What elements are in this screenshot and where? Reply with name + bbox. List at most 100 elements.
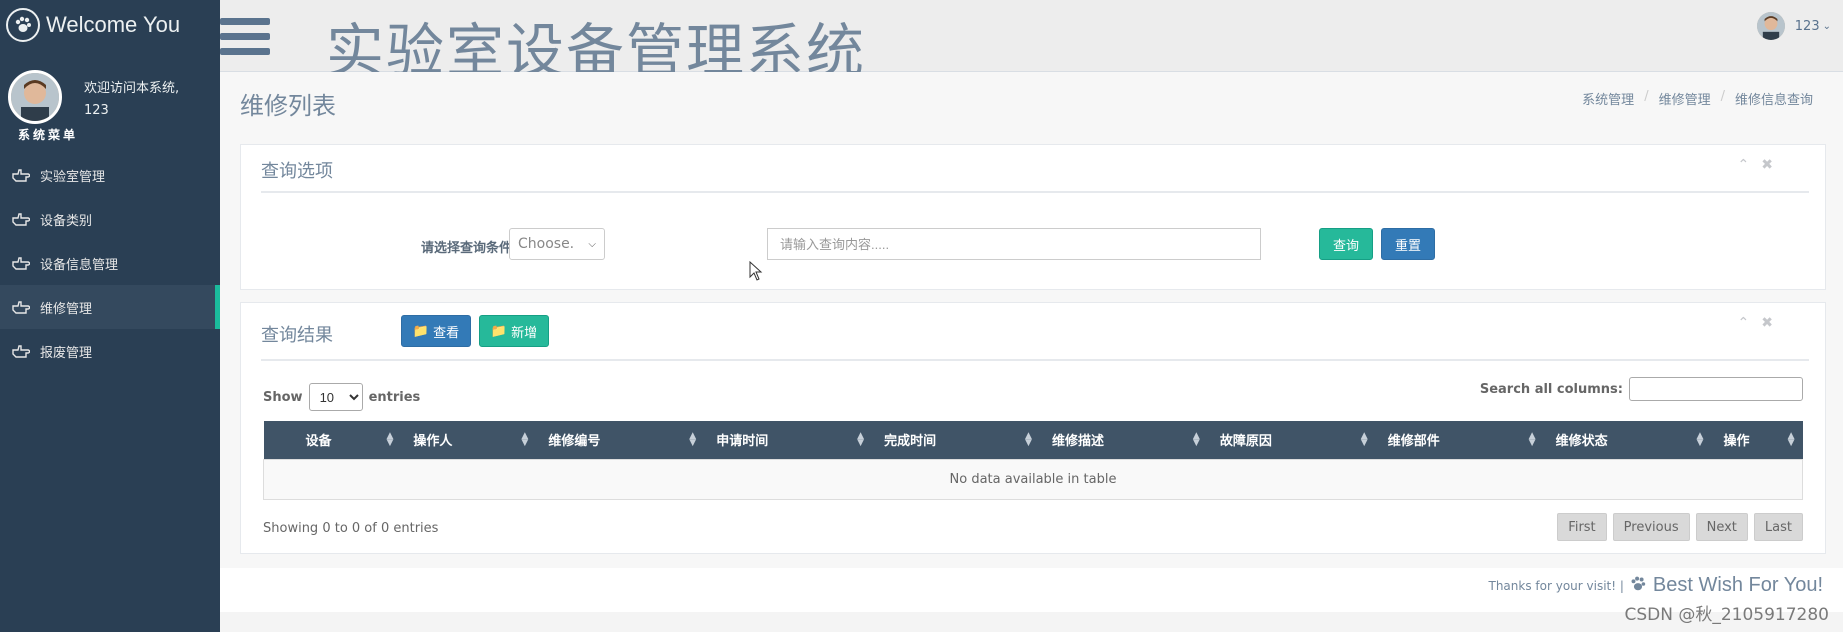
next-page-button[interactable]: Next — [1695, 513, 1748, 541]
collapse-icon[interactable]: ⌃ — [1738, 157, 1750, 173]
hand-point-icon — [12, 167, 32, 183]
entries-label: entries — [368, 389, 421, 405]
user-avatar — [1756, 12, 1785, 40]
collapse-icon[interactable]: ⌃ — [1738, 315, 1750, 331]
hand-point-icon — [12, 255, 32, 271]
sort-icon: ▲ ▼ — [386, 431, 394, 448]
folder-icon: 📁 — [412, 323, 430, 338]
user-name: 123 — [1794, 18, 1820, 34]
table-header-row: 设备 ▲ ▼ 操作人 ▲ ▼ 维修编号 ▲ ▼ 申请时间 ▲ ▼ 完成时间 ▲ ▼ 维修描述 ▲ ▼ 故… — [263, 421, 1803, 459]
sidebar-item-label: 设备信息管理 — [40, 257, 119, 273]
sort-icon: ▲ ▼ — [857, 431, 865, 448]
view-button[interactable]: 📁 查看 — [401, 315, 471, 347]
column-header[interactable]: 故障原因 ▲ ▼ — [1207, 421, 1376, 459]
previous-page-button[interactable]: Previous — [1612, 513, 1690, 541]
sidebar-item-label: 维修管理 — [40, 301, 93, 317]
menu-toggle-icon[interactable] — [220, 18, 270, 63]
column-header[interactable]: 设备 ▲ ▼ — [263, 421, 402, 459]
column-header[interactable]: 维修描述 ▲ ▼ — [1039, 421, 1208, 459]
sort-icon: ▲ ▼ — [1787, 431, 1795, 448]
breadcrumb-item: 维修信息查询 — [1734, 93, 1813, 108]
breadcrumb-separator: / — [1644, 89, 1649, 104]
first-page-button[interactable]: First — [1557, 513, 1607, 541]
column-header[interactable]: 完成时间 ▲ ▼ — [872, 421, 1040, 459]
search-button[interactable]: 查询 — [1319, 228, 1373, 260]
sidebar-item-scrap[interactable]: 报废管理 — [0, 329, 220, 373]
paw-icon — [6, 8, 40, 42]
panel-divider — [261, 359, 1809, 361]
folder-icon: 📁 — [490, 323, 508, 338]
paw-icon — [1629, 575, 1647, 596]
top-navbar: 实验室设备管理系统 123 ⌄ — [220, 0, 1843, 85]
sidebar-item-lab[interactable]: 实验室管理 — [0, 153, 220, 197]
close-icon[interactable]: ✖ — [1761, 157, 1773, 173]
table-search-input[interactable] — [1629, 377, 1803, 401]
column-header[interactable]: 维修部件 ▲ ▼ — [1375, 421, 1544, 459]
column-header[interactable]: 维修状态 ▲ ▼ — [1543, 421, 1712, 459]
search-label: Search all columns: — [1479, 381, 1623, 397]
sidebar-item-category[interactable]: 设备类别 — [0, 197, 220, 241]
breadcrumb-item[interactable]: 维修管理 — [1659, 89, 1711, 108]
results-panel: 查询结果 📁 查看 📁 新增 ⌃ ✖ Show 10 entries Search … — [240, 302, 1826, 554]
footer-thanks: Thanks for your visit! | — [1488, 578, 1624, 593]
avatar — [8, 70, 62, 124]
add-button-label: 新增 — [511, 324, 538, 340]
results-panel-title: 查询结果 — [261, 325, 333, 346]
chevron-down-icon: ⌄ — [1822, 20, 1831, 32]
close-icon[interactable]: ✖ — [1761, 315, 1773, 331]
panel-tools: ⌃ ✖ — [1738, 157, 1773, 173]
hand-point-icon — [12, 299, 32, 315]
show-label: Show — [263, 389, 303, 405]
sort-icon: ▲ ▼ — [521, 431, 529, 448]
watermark: CSDN @秋_2105917280 — [1624, 605, 1829, 625]
brand-title: Welcome You — [46, 12, 181, 37]
view-button-label: 查看 — [433, 324, 460, 340]
page-length-select[interactable]: 10 — [308, 383, 363, 411]
condition-select-value: Choose. — [518, 236, 575, 252]
condition-label: 请选择查询条件 — [421, 241, 513, 256]
footer-text: Thanks for your visit! | Best Wish For Y… — [1489, 574, 1824, 597]
side-menu: 实验室管理 设备类别 设备信息管理 维修管理 报废管理 — [0, 153, 220, 373]
condition-select[interactable]: Choose. ⌵ — [509, 228, 605, 260]
query-panel-title: 查询选项 — [261, 161, 333, 182]
mouse-cursor-icon — [749, 260, 763, 285]
sidebar-item-repair[interactable]: 维修管理 — [0, 285, 220, 329]
panel-tools: ⌃ ✖ — [1738, 315, 1773, 331]
sidebar: Welcome You 欢迎访问本系统, 123 系统菜单 实验室管理 设备类别… — [0, 0, 220, 632]
hand-point-icon — [12, 343, 32, 359]
results-table: 设备 ▲ ▼ 操作人 ▲ ▼ 维修编号 ▲ ▼ 申请时间 ▲ ▼ 完成时间 ▲ ▼ 维修描述 ▲ ▼ 故… — [263, 421, 1803, 500]
panel-divider — [261, 191, 1809, 193]
sidebar-item-label: 设备类别 — [40, 213, 93, 229]
main-content: 维修列表 系统管理 / 维修管理 / 维修信息查询 查询选项 ⌃ ✖ 请选择查询… — [220, 72, 1843, 572]
footer-brand: Best Wish For You! — [1652, 574, 1823, 596]
add-button[interactable]: 📁 新增 — [479, 315, 549, 347]
chevron-down-icon: ⌵ — [588, 238, 596, 250]
table-row: No data available in table — [263, 458, 1803, 500]
last-page-button[interactable]: Last — [1753, 513, 1803, 541]
breadcrumb-separator: / — [1720, 89, 1725, 104]
hand-point-icon — [12, 211, 32, 227]
sort-icon: ▲ ▼ — [1360, 431, 1368, 448]
sort-icon: ▲ ▼ — [1192, 431, 1200, 448]
sort-icon: ▲ ▼ — [1696, 431, 1704, 448]
reset-button[interactable]: 重置 — [1381, 228, 1435, 260]
table-search: Search all columns: — [1480, 377, 1803, 401]
column-header[interactable]: 维修编号 ▲ ▼ — [536, 421, 705, 459]
sidebar-item-equipment[interactable]: 设备信息管理 — [0, 241, 220, 285]
user-menu[interactable]: 123 ⌄ — [1756, 12, 1831, 40]
sort-icon: ▲ ▼ — [1025, 431, 1032, 448]
footer: Thanks for your visit! | Best Wish For Y… — [220, 568, 1843, 612]
empty-table-message: No data available in table — [263, 458, 1803, 500]
sort-icon: ▲ ▼ — [1528, 431, 1536, 448]
brand[interactable]: Welcome You — [0, 0, 220, 50]
column-header[interactable]: 申请时间 ▲ ▼ — [704, 421, 873, 459]
breadcrumb-item[interactable]: 系统管理 — [1582, 89, 1634, 108]
pagination: First Previous Next Last — [1557, 513, 1803, 541]
column-header[interactable]: 操作 ▲ ▼ — [1711, 421, 1803, 459]
column-header[interactable]: 操作人 ▲ ▼ — [401, 421, 537, 459]
profile-text: 欢迎访问本系统, 123 — [84, 78, 179, 122]
query-input[interactable] — [767, 228, 1261, 260]
page-title: 维修列表 — [240, 92, 336, 120]
breadcrumb: 系统管理 / 维修管理 / 维修信息查询 — [1582, 89, 1813, 108]
query-panel: 查询选项 ⌃ ✖ 请选择查询条件 Choose. ⌵ 查询 重置 — [240, 144, 1826, 290]
